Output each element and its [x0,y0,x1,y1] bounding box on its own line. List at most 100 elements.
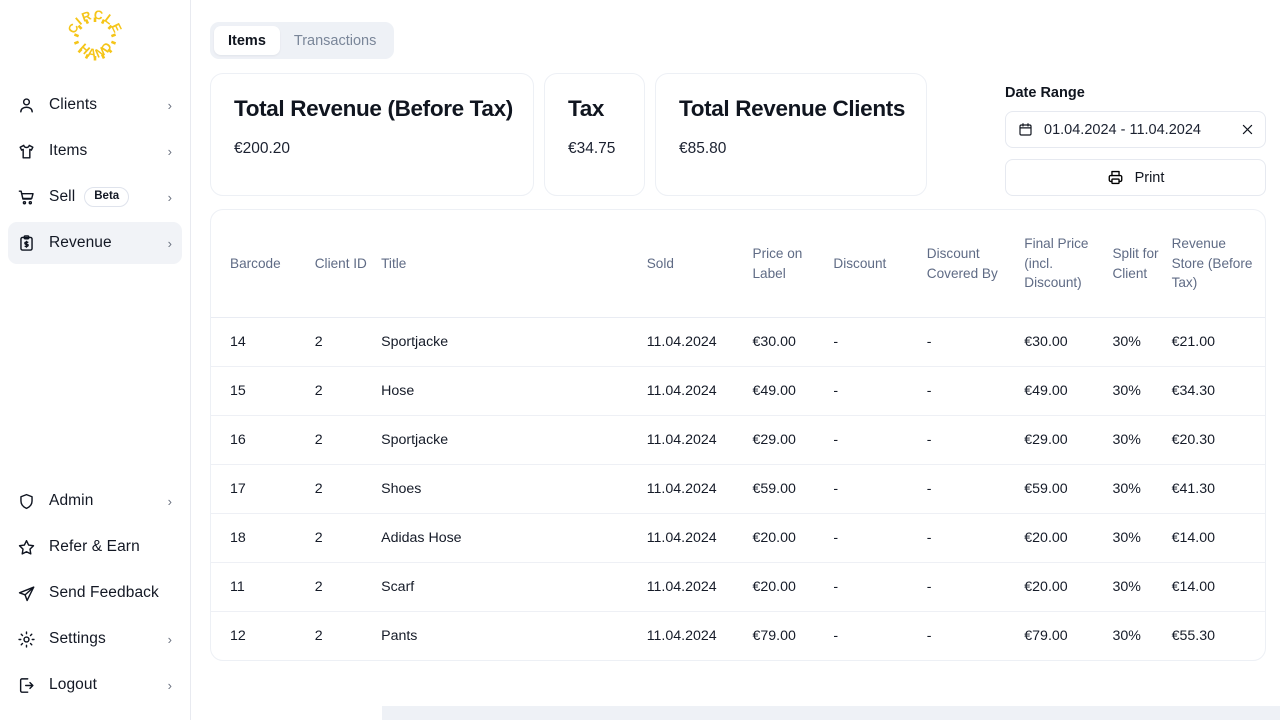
cell-price-on-label: €20.00 [752,562,834,612]
print-button-label: Print [1134,169,1165,186]
sidebar-item-label: Logout [49,676,98,693]
cell-sold: 11.04.2024 [646,317,753,367]
cell-final-price: €79.00 [1024,611,1113,661]
table-row[interactable]: 16 2 Sportjacke 11.04.2024 €29.00 - - €2… [211,415,1265,465]
sidebar-item-logout[interactable]: Logout › [8,664,182,706]
cell-title: Scarf [381,562,647,612]
column-header-split-for-client[interactable]: Split for Client [1112,210,1171,318]
sidebar-nav-secondary: Admin › Refer & Earn Send Feedback Setti… [0,476,190,720]
column-header-sold[interactable]: Sold [647,210,753,318]
page-bottom-strip [382,706,1280,720]
sidebar-item-admin[interactable]: Admin › [8,480,182,522]
stat-card-title: Tax [568,96,605,121]
table-row[interactable]: 15 2 Hose 11.04.2024 €49.00 - - €49.00 3… [211,366,1265,416]
sidebar-item-label: Revenue [49,234,112,251]
cell-discount: - [833,611,927,661]
chevron-right-icon: › [167,143,172,159]
sidebar-item-clients[interactable]: Clients › [8,84,182,126]
table-row[interactable]: 11 2 Scarf 11.04.2024 €20.00 - - €20.00 … [211,562,1265,612]
cell-price-on-label: €59.00 [752,464,834,514]
column-header-title[interactable]: Title [381,210,647,318]
cell-title: Sportjacke [381,415,647,465]
cell-revenue-store: €14.00 [1171,513,1265,563]
stat-card-title: Total Revenue Clients [679,96,906,121]
column-header-barcode[interactable]: Barcode [211,210,315,318]
calendar-icon [1018,122,1033,137]
date-range-input[interactable]: 01.04.2024 - 11.04.2024 [1005,111,1266,148]
chevron-right-icon: › [167,631,172,647]
cell-discount-covered-by: - [926,562,1025,612]
tab-transactions[interactable]: Transactions [280,26,390,55]
cell-discount-covered-by: - [926,464,1025,514]
cell-revenue-store: €20.30 [1171,415,1265,465]
stat-card-title: Total Revenue (Before Tax) [234,96,513,121]
cell-client-id: 2 [314,366,382,416]
column-header-price-on-label[interactable]: Price on Label [753,210,834,318]
chevron-right-icon: › [167,189,172,205]
cell-split-for-client: 30% [1112,317,1172,367]
column-header-final-price[interactable]: Final Price (incl. Discount) [1024,210,1112,318]
table-row[interactable]: 18 2 Adidas Hose 11.04.2024 €20.00 - - €… [211,513,1265,563]
beta-badge: Beta [84,187,130,207]
cell-price-on-label: €79.00 [752,611,834,661]
cell-barcode: 18 [211,513,315,563]
cell-discount-covered-by: - [926,513,1025,563]
table-body: 14 2 Sportjacke 11.04.2024 €30.00 - - €3… [211,317,1265,661]
column-header-client-id[interactable]: Client ID [315,210,381,318]
column-header-discount[interactable]: Discount [833,210,926,318]
cell-split-for-client: 30% [1112,464,1172,514]
send-icon [17,584,36,603]
cell-sold: 11.04.2024 [646,611,753,661]
sidebar-item-label: Settings [49,630,106,647]
column-header-revenue-store[interactable]: Revenue Store (Before Tax) [1172,210,1265,318]
cell-sold: 11.04.2024 [646,513,753,563]
table-row[interactable]: 14 2 Sportjacke 11.04.2024 €30.00 - - €3… [211,317,1265,367]
cell-barcode: 14 [211,317,315,367]
table-row[interactable]: 12 2 Pants 11.04.2024 €79.00 - - €79.00 … [211,611,1265,661]
clipboard-money-icon [17,234,36,253]
date-range-panel: Date Range 01.04.2024 - 11.04.2024 Print [1005,73,1266,196]
cell-discount: - [833,562,927,612]
sidebar-nav-primary: Clients › Items › Sell Beta › Revenue › [0,78,190,268]
cell-barcode: 17 [211,464,315,514]
sidebar-item-label: Refer & Earn [49,538,140,555]
printer-icon [1107,169,1124,186]
app-root: CIRCLE HAND Clients › Items › Sell Beta … [0,0,1280,720]
sidebar-item-revenue[interactable]: Revenue › [8,222,182,264]
cell-title: Hose [381,366,647,416]
sidebar-item-sell[interactable]: Sell Beta › [8,176,182,218]
revenue-table: Barcode Client ID Title Sold Price on La… [211,210,1265,661]
print-button[interactable]: Print [1005,159,1266,196]
sidebar-item-send-feedback[interactable]: Send Feedback [8,572,182,614]
table-header-row: Barcode Client ID Title Sold Price on La… [211,210,1265,318]
svg-text:CIRCLE: CIRCLE [66,10,124,36]
cart-icon [17,188,36,207]
stat-card-tax: Tax €34.75 [544,73,645,196]
sidebar-item-refer-and-earn[interactable]: Refer & Earn [8,526,182,568]
stat-card-value: €85.80 [679,140,727,157]
column-header-discount-covered-by[interactable]: Discount Covered By [927,210,1025,318]
sidebar-item-items[interactable]: Items › [8,130,182,172]
cell-client-id: 2 [314,562,382,612]
cell-sold: 11.04.2024 [646,366,753,416]
cell-revenue-store: €34.30 [1171,366,1265,416]
cell-discount: - [833,415,927,465]
revenue-table-card: Barcode Client ID Title Sold Price on La… [210,209,1266,662]
cell-revenue-store: €55.30 [1171,611,1265,661]
table-row[interactable]: 17 2 Shoes 11.04.2024 €59.00 - - €59.00 … [211,464,1265,514]
cell-split-for-client: 30% [1112,562,1172,612]
stat-cards: Total Revenue (Before Tax) €200.20 Tax €… [210,73,927,196]
sidebar-item-settings[interactable]: Settings › [8,618,182,660]
date-range-value: 01.04.2024 - 11.04.2024 [1044,121,1201,138]
brand-logo[interactable]: CIRCLE HAND [0,0,190,78]
tab-items[interactable]: Items [214,26,280,55]
cell-final-price: €59.00 [1024,464,1113,514]
star-icon [17,538,36,557]
close-icon[interactable] [1239,122,1255,138]
cell-discount: - [833,317,927,367]
sidebar-item-label: Clients [49,96,98,113]
cell-barcode: 15 [211,366,315,416]
stat-card-value: €200.20 [234,140,291,157]
cell-price-on-label: €30.00 [752,317,834,367]
cell-client-id: 2 [314,317,382,367]
